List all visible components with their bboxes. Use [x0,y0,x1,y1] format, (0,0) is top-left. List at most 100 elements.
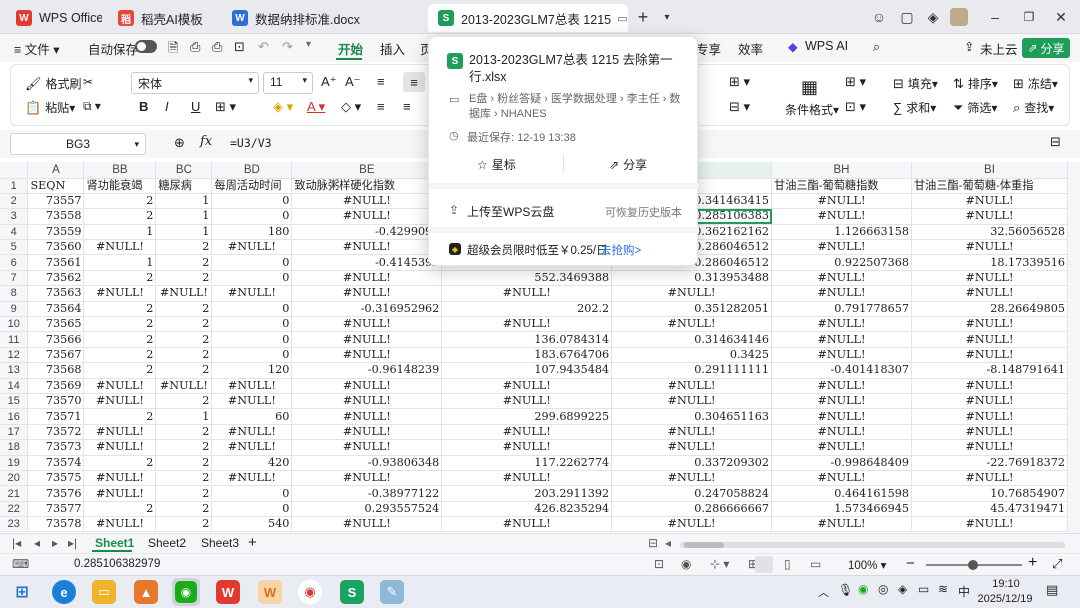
data-cell[interactable]: 2 [83,316,157,333]
data-cell[interactable]: 2 [83,331,157,348]
page-view-icon[interactable]: ▭ [810,557,821,571]
data-cell[interactable]: 73568 [27,362,85,379]
data-cell[interactable]: 136.0784314 [441,331,613,348]
data-cell[interactable]: #NULL! [83,470,157,487]
data-cell[interactable]: 1 [155,208,213,225]
data-cell[interactable]: 73575 [27,470,85,487]
align-center-icon[interactable]: ≡ [403,99,411,114]
data-cell[interactable]: 0 [211,193,293,210]
data-cell[interactable]: -0.93806348 [291,455,443,471]
data-cell[interactable]: 10.76854907 [911,485,1068,502]
column-header[interactable]: BH [771,162,912,179]
data-cell[interactable]: #NULL! [771,424,912,441]
header-cell[interactable]: 甘油三酯-葡萄糖指数 [771,178,912,194]
row-number[interactable]: 19 [0,455,29,471]
data-cell[interactable]: 2 [83,193,157,210]
paste-button[interactable]: 📋 粘贴 ▾ [25,99,75,116]
data-cell[interactable]: #NULL! [611,516,773,533]
data-cell[interactable]: 0 [211,331,293,348]
tab-daoke-ai[interactable]: 稻 稻壳AI模板 [108,4,216,32]
data-cell[interactable]: #NULL! [771,378,912,394]
data-cell[interactable]: 0 [211,347,293,364]
battery-icon[interactable]: ▭ [918,582,929,596]
data-cell[interactable]: 0.337209302 [611,455,773,471]
data-cell[interactable]: 45.47319471 [911,501,1068,518]
data-cell[interactable]: #NULL! [611,424,773,441]
eye-protect-icon[interactable]: ◉ [681,557,691,571]
sheet-options-icon[interactable]: ⊟ [648,536,658,550]
expand-formula-icon[interactable]: ⊟ [1050,134,1061,150]
row-number[interactable]: 9 [0,301,29,318]
clock-date[interactable]: 2025/12/19 [970,593,1040,605]
prev-sheet-icon[interactable]: ◂ [34,536,40,550]
border-icon[interactable]: ⊞ ▾ [215,99,236,115]
data-cell[interactable]: #NULL! [911,439,1068,456]
data-cell[interactable]: -0.4299092 [291,224,443,241]
data-cell[interactable]: 0.351282051 [611,301,773,318]
row-number[interactable]: 10 [0,316,29,333]
row-number[interactable]: 15 [0,393,29,410]
data-cell[interactable]: -8.148791641 [911,362,1068,379]
data-cell[interactable]: #NULL! [291,208,443,225]
data-cell[interactable]: 2 [155,301,213,318]
data-cell[interactable]: 73562 [27,270,85,287]
data-cell[interactable]: 32.56056528 [911,224,1068,241]
data-cell[interactable]: 0 [211,208,293,225]
data-cell[interactable]: #NULL! [211,378,293,394]
data-cell[interactable]: #NULL! [911,316,1068,333]
page-layout-icon[interactable]: ▯ [784,557,791,571]
data-cell[interactable]: 0 [211,316,293,333]
popup-path[interactable]: E盘 › 粉丝答疑 › 医学数据处理 › 李主任 › 数据库 › NHANES [469,92,689,122]
data-cell[interactable]: #NULL! [911,208,1068,225]
data-cell[interactable]: -0.998648409 [771,455,912,471]
data-cell[interactable]: 73566 [27,331,85,348]
cloud-status[interactable]: 未上云 [980,39,1018,58]
notepad-icon[interactable]: ✎ [380,580,404,604]
data-cell[interactable]: #NULL! [771,393,912,410]
data-cell[interactable]: 73563 [27,285,85,302]
row-number[interactable]: 2 [0,193,29,210]
data-cell[interactable]: #NULL! [611,316,773,333]
last-sheet-icon[interactable]: ▸| [68,536,77,550]
data-cell[interactable]: #NULL! [771,439,912,456]
feedback-icon[interactable]: ☺ [868,6,890,28]
data-cell[interactable]: #NULL! [211,393,293,410]
vertical-scrollbar[interactable] [1068,162,1080,533]
row-number[interactable]: 23 [0,516,29,533]
data-cell[interactable]: #NULL! [771,516,912,533]
windows-start-icon[interactable]: ⊞ [10,580,34,604]
underline-button[interactable]: U [191,99,200,114]
data-cell[interactable]: #NULL! [611,470,773,487]
tab-docx[interactable]: W 数据纳排标准.docx [222,4,418,32]
data-cell[interactable]: 420 [211,455,293,471]
data-cell[interactable]: 2 [83,301,157,318]
data-cell[interactable]: 203.2911392 [441,485,613,502]
green-app-icon[interactable]: S [340,580,364,604]
data-cell[interactable]: 2 [155,254,213,271]
share-button[interactable]: ⇗ 分享 [1022,38,1070,58]
data-cell[interactable]: #NULL! [291,424,443,441]
app-icon[interactable]: W [258,580,282,604]
row-number[interactable]: 14 [0,378,29,394]
data-cell[interactable]: 60 [211,408,293,425]
align-middle-icon[interactable]: ≡ [403,72,425,92]
data-cell[interactable]: 2 [155,485,213,502]
menu-exclusive[interactable]: 专享 [696,39,721,58]
data-cell[interactable]: 2 [155,516,213,533]
column-header[interactable]: BC [155,162,213,179]
column-header[interactable]: BE [291,162,443,179]
data-cell[interactable]: #NULL! [441,470,613,487]
header-cell[interactable]: SEQN [27,178,85,194]
data-cell[interactable]: 0.247058824 [611,485,773,502]
language-indicator[interactable]: 中 [958,583,970,600]
data-cell[interactable]: #NULL! [83,393,157,410]
data-cell[interactable]: #NULL! [771,408,912,425]
zoom-level[interactable]: 100% ▾ [848,558,886,572]
data-cell[interactable]: 2 [155,470,213,487]
data-cell[interactable]: #NULL! [291,316,443,333]
sum-button[interactable]: ∑ 求和 ▾ [893,99,936,116]
cell-style-icon[interactable]: ⊞ ▾ [845,74,866,90]
data-cell[interactable]: #NULL! [291,516,443,533]
sheet-tab-2[interactable]: Sheet2 [148,536,186,550]
shrink-font-icon[interactable]: A⁻ [345,74,361,90]
